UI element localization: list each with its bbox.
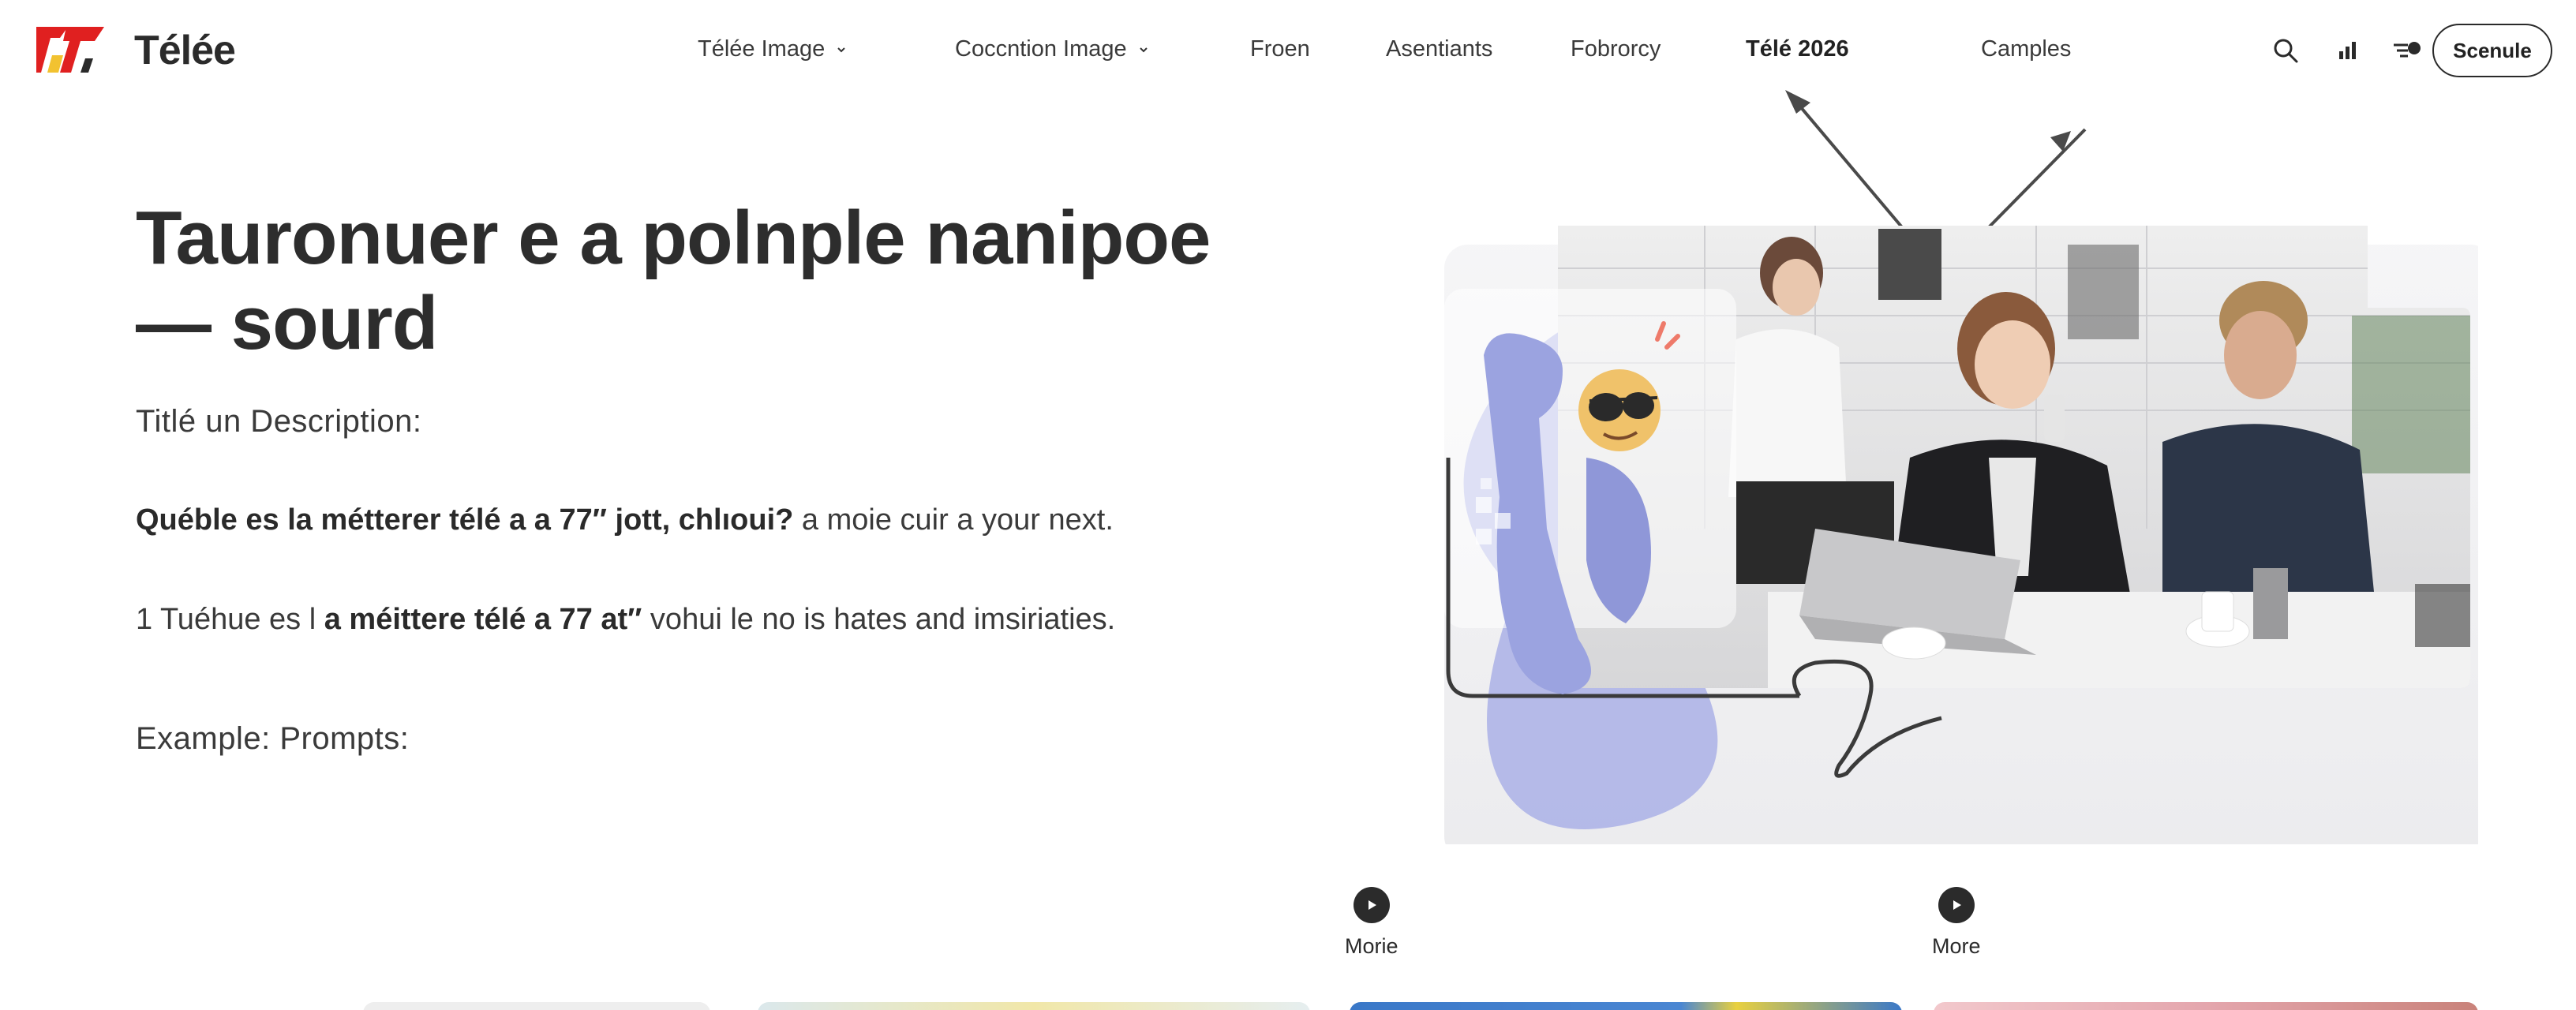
nav-item-telee-image[interactable]: Télée Image [698,36,847,62]
brand-name[interactable]: Télée [134,27,236,74]
play-label[interactable]: Morie [1345,934,1398,959]
preview-card[interactable] [758,1002,1310,1010]
chevron-down-icon [1139,47,1148,52]
arrow-right-icon [1987,128,2087,229]
preview-card[interactable] [363,1002,710,1010]
paragraph-text: 1 Tuéhue es l [136,603,324,636]
nav-item-tele-2026[interactable]: Télé 2026 [1746,36,1849,62]
play-icon[interactable] [1938,887,1975,923]
search-icon[interactable] [2270,35,2301,66]
nav-item-camples[interactable]: Camples [1981,36,2071,62]
paragraph-bold: a méittere télé a 77 at″ [324,603,642,636]
nav-item-asentiants[interactable]: Asentiants [1386,36,1492,62]
preview-card[interactable] [1350,1002,1902,1010]
paragraph-text: a moie cuir a your next. [793,503,1114,537]
play-control-left[interactable]: Morie [1345,887,1398,959]
nav-label: Télée Image [698,36,826,62]
logo-mark-icon [36,27,104,73]
logo[interactable] [36,24,106,76]
description-label: Titlé un Description: [136,404,422,439]
paragraph-text: vohui le no is hates and imsiriaties. [642,603,1116,636]
chat-filter-icon[interactable] [2391,35,2423,66]
play-control-right[interactable]: More [1932,887,1981,959]
play-icon[interactable] [1353,887,1390,923]
hero-illustration [1444,90,2478,844]
description-paragraph-2: 1 Tuéhue es l a méittere télé a 77 at″ v… [136,603,1115,637]
page-title: Tauronuer e a polnple nanipoe — sourd [136,196,1211,365]
paragraph-bold: Québle es la métterer télé a a 77″ jott,… [136,503,794,537]
nav-item-fobrorcy[interactable]: Fobrorcy [1571,36,1661,62]
preview-card[interactable] [1934,1002,2478,1010]
chevron-down-icon [837,47,845,52]
description-paragraph-1: Québle es la métterer télé a a 77″ jott,… [136,503,1114,537]
nav-label: Cocсntion Image [955,36,1127,62]
example-prompts-label: Example: Prompts: [136,721,410,756]
nav-item-conception-image[interactable]: Cocсntion Image [955,36,1149,62]
nav-item-froen[interactable]: Froen [1250,36,1310,62]
arrow-left-icon [1785,90,1904,229]
play-label[interactable]: More [1932,934,1981,959]
signal-bars-icon[interactable] [2331,35,2363,66]
schedule-button[interactable]: Scenule [2432,24,2552,77]
